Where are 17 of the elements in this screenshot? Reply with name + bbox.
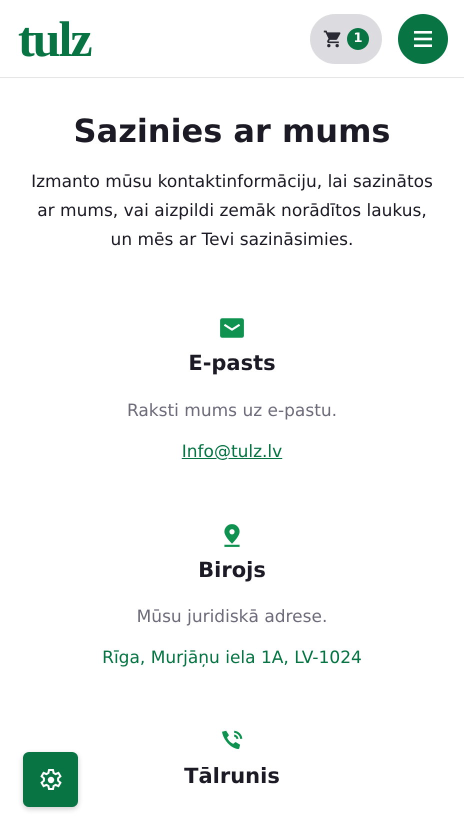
- cart-button[interactable]: 1: [310, 14, 382, 64]
- contact-title: E-pasts: [188, 351, 276, 377]
- page-title: Sazinies ar mums: [72, 112, 392, 150]
- intro-text: Izmanto mūsu kontaktinformāciju, lai sazinātos ar mums, vai aizpildi zemāk norādītos laukus, un mēs ar Tevi sazināsimies.: [30, 171, 434, 252]
- address-link[interactable]: Rīga, Murjāņu iela 1A, LV-1024: [102, 648, 362, 668]
- contact-description: Mūsu juridiskā adrese.: [136, 606, 328, 629]
- contact-title: Birojs: [198, 558, 266, 583]
- contact-title: Tālrunis: [184, 764, 280, 789]
- contact-description: Raksti mums uz e-pastu.: [126, 400, 338, 423]
- menu-button[interactable]: [398, 14, 448, 64]
- cart-icon: [323, 28, 343, 48]
- menu-icon: [414, 30, 432, 46]
- settings-icon: [38, 768, 62, 792]
- settings-button[interactable]: [23, 752, 78, 807]
- logo[interactable]: tulz: [18, 14, 91, 64]
- email-link[interactable]: Info@tulz.lv: [182, 442, 282, 462]
- cart-count: 1: [347, 28, 369, 50]
